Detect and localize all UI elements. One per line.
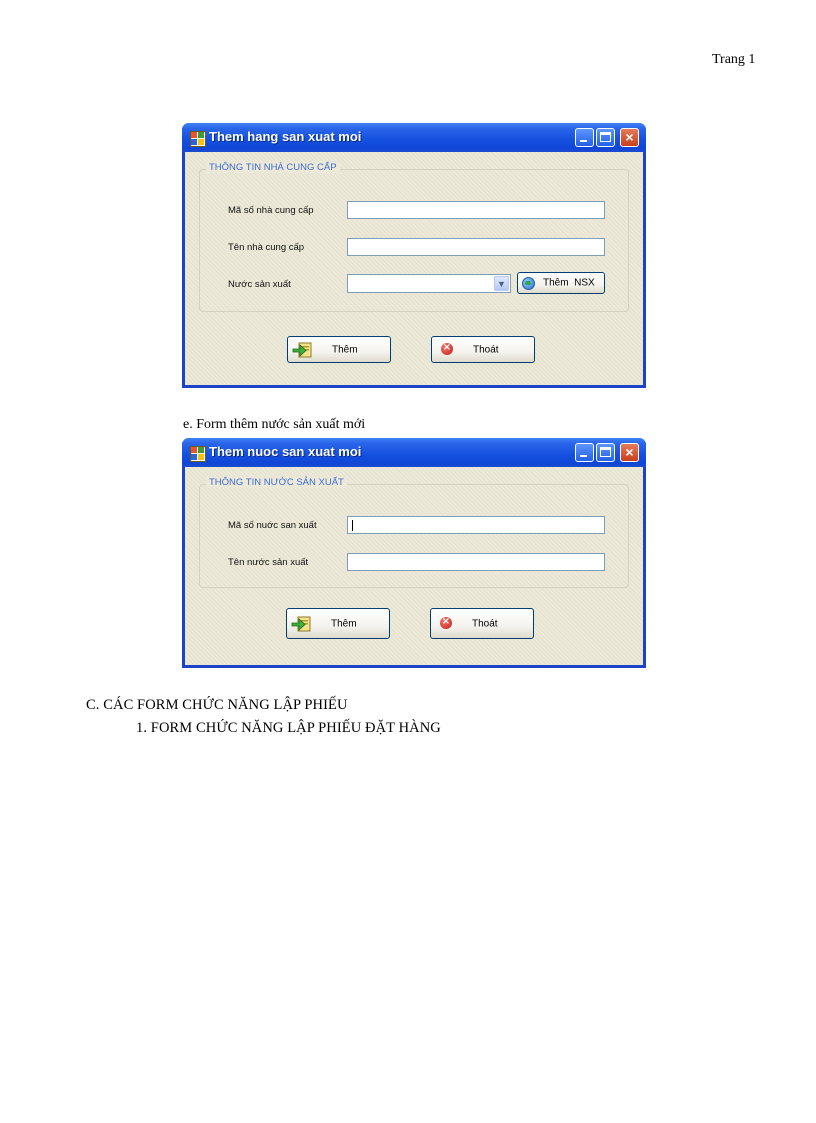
app-icon [190,131,206,147]
window-title: Them nuoc san xuat moi [209,444,362,459]
label-ma-so-nuoc-san-xuat: Mã số nuớc san xuất [228,520,317,531]
thoat-label: Thoát [473,344,499,355]
them-label: Thêm [331,618,357,629]
window-client: THÔNG TIN NHÀ CUNG CẤP Mã số nhà cung cấ… [185,152,643,385]
add-record-icon [292,342,312,358]
close-icon: × [625,129,634,145]
maximize-icon [600,132,611,142]
ma-so-nuoc-san-xuat-input[interactable] [347,516,605,534]
close-button[interactable]: × [620,443,639,462]
minimize-icon [580,455,587,457]
exit-icon [440,615,452,629]
minimize-button[interactable] [575,128,594,147]
thoat-button[interactable]: Thoát [430,608,534,639]
them-nsx-button[interactable]: Thêm NSX [517,272,605,294]
maximize-button[interactable] [596,128,615,147]
thoat-label: Thoát [472,618,498,629]
them-label: Thêm [332,344,358,355]
section-c1-heading: 1. FORM CHỨC NĂNG LẬP PHIẾU ĐẶT HÀNG [136,720,441,736]
page-number: Trang 1 [712,52,756,67]
them-nsx-label: Thêm NSX [543,277,595,289]
group-title: THÔNG TIN NHÀ CUNG CẤP [206,162,340,173]
add-record-icon [291,616,311,632]
them-button[interactable]: Thêm [287,336,391,363]
them-button[interactable]: Thêm [286,608,390,639]
maximize-icon [600,447,611,457]
minimize-button[interactable] [575,443,594,462]
ma-so-nha-cung-cap-input[interactable] [347,201,605,219]
label-nuoc-san-xuat: Nước sản xuất [228,279,291,290]
minimize-icon [580,140,587,142]
maximize-button[interactable] [596,443,615,462]
group-box-nha-cung-cap: THÔNG TIN NHÀ CUNG CẤP Mã số nhà cung cấ… [199,162,629,312]
ten-nha-cung-cap-input[interactable] [347,238,605,256]
window-them-hang-san-xuat: Them hang san xuat moi × THÔNG TIN NHÀ C… [182,123,646,388]
window-client: THÔNG TIN NƯỚC SẢN XUẤT Mã số nuớc san x… [185,467,643,665]
group-box-nuoc-san-xuat: THÔNG TIN NƯỚC SẢN XUẤT Mã số nuớc san x… [199,477,629,588]
group-title: THÔNG TIN NƯỚC SẢN XUẤT [206,477,347,488]
window-title: Them hang san xuat moi [209,129,362,144]
label-ten-nuoc-san-xuat: Tên nước sản xuất [228,557,309,568]
text-caret [352,520,353,531]
thoat-button[interactable]: Thoát [431,336,535,363]
app-icon [190,446,206,462]
section-c-heading: C. CÁC FORM CHỨC NĂNG LẬP PHIẾU [86,697,348,713]
globe-icon [522,277,535,290]
close-button[interactable]: × [620,128,639,147]
title-bar[interactable]: Them nuoc san xuat moi × [182,438,646,467]
window-them-nuoc-san-xuat: Them nuoc san xuat moi × THÔNG TIN NƯỚC … [182,438,646,668]
label-ten-nha-cung-cap: Tên nhà cung cấp [228,242,305,253]
caption-e: e. Form thêm nước sản xuất mới [183,417,366,432]
close-icon: × [625,444,634,460]
title-bar[interactable]: Them hang san xuat moi × [182,123,646,152]
exit-icon [441,341,453,355]
label-ma-so-nha-cung-cap: Mã số nhà cung cấp [228,205,314,216]
ten-nuoc-san-xuat-input[interactable] [347,553,605,571]
nuoc-san-xuat-select[interactable]: ▼ [347,274,511,293]
chevron-down-icon[interactable]: ▼ [494,276,509,291]
